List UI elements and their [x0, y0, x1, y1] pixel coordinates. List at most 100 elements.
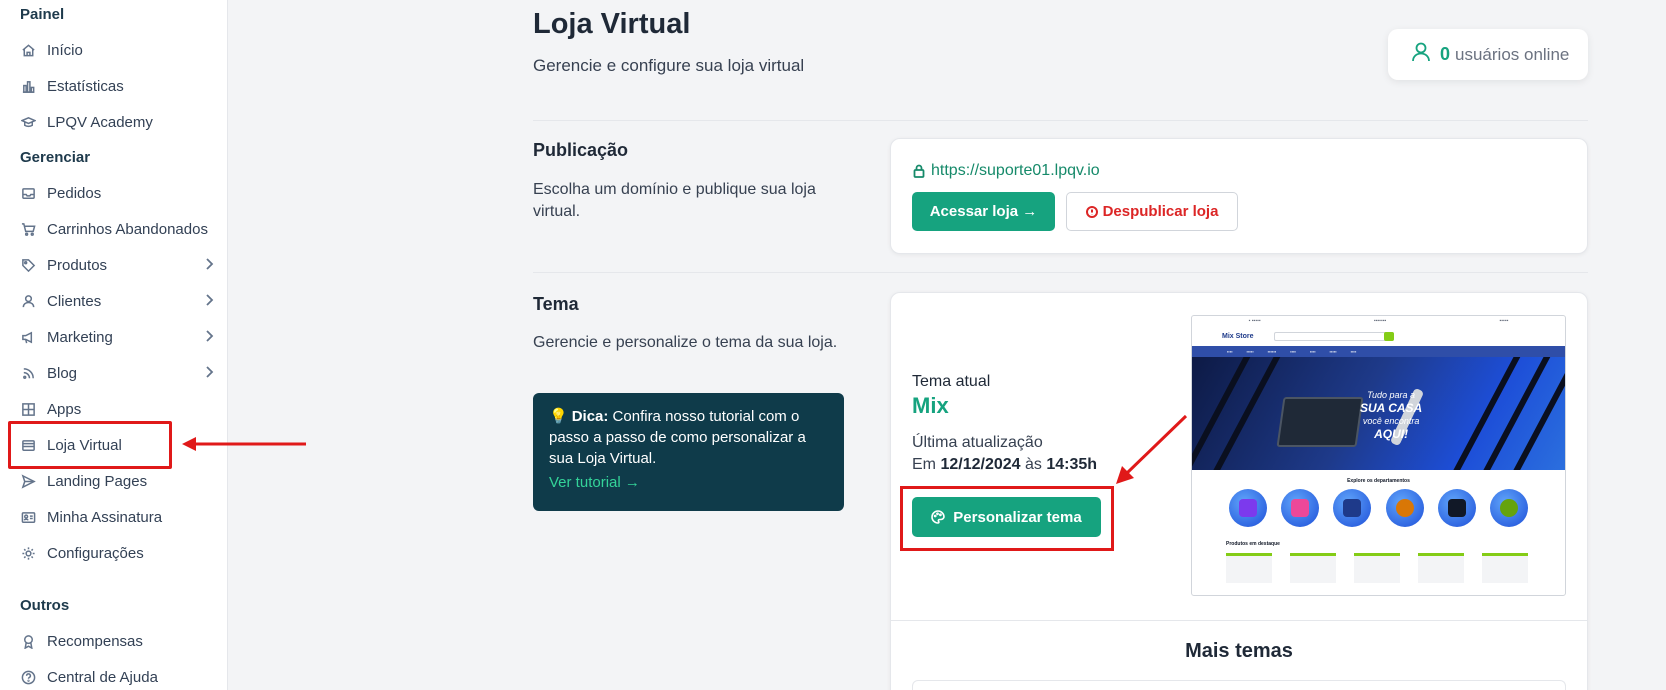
- sidebar-section-outros: Outros: [20, 597, 70, 614]
- view-tutorial-link[interactable]: Ver tutorial →: [549, 472, 640, 493]
- theme-preview-image: ▪ ▪▪▪▪▪ ▪▪▪▪▪▪▪ ▪▪▪▪▪ Mix Store ▪▪▪▪ ▪▪▪▪▪ ▪…: [1191, 315, 1566, 596]
- preview-department-circles: [1192, 484, 1565, 527]
- last-update-value: Em 12/12/2024 às 14:35h: [912, 456, 1097, 474]
- sidebar-item-estatisticas[interactable]: Estatísticas: [20, 72, 216, 100]
- chevron-right-icon: [202, 257, 216, 271]
- preview-logo: Mix Store: [1222, 332, 1254, 340]
- sidebar-section-painel: Painel: [20, 6, 65, 23]
- megaphone-icon: [20, 329, 36, 345]
- store-url-link[interactable]: https://suporte01.lpqv.io: [912, 162, 1100, 180]
- annotation-arrow-left: [182, 437, 306, 451]
- grid-icon: [20, 401, 36, 417]
- unpublish-store-button[interactable]: Despublicar loja: [1066, 192, 1238, 231]
- inbox-icon: [20, 185, 36, 201]
- rss-icon: [20, 365, 36, 381]
- preview-topbar: ▪ ▪▪▪▪▪ ▪▪▪▪▪▪▪ ▪▪▪▪▪: [1248, 318, 1509, 324]
- preview-banner: Tudo para a SUA CASA você encontra AQUI!: [1192, 357, 1565, 470]
- sidebar-item-label: Landing Pages: [47, 472, 148, 490]
- divider: [533, 120, 1588, 121]
- sidebar-item-label: Produtos: [47, 256, 108, 274]
- more-themes-list: [912, 680, 1566, 690]
- tip-label: Dica:: [571, 408, 609, 425]
- sidebar-item-inicio[interactable]: Início: [20, 36, 216, 64]
- sidebar-item-pedidos[interactable]: Pedidos: [20, 179, 216, 207]
- divider: [533, 272, 1588, 273]
- sidebar-item-blog[interactable]: Blog: [20, 359, 216, 387]
- app-root: Painel Início Estatísticas LPQV Academy …: [0, 0, 1666, 690]
- sidebar-item-label: Apps: [47, 400, 82, 418]
- sidebar-section-gerenciar: Gerenciar: [20, 149, 91, 166]
- sidebar-item-configuracoes[interactable]: Configurações: [20, 539, 216, 567]
- sidebar-item-label: Início: [47, 41, 83, 59]
- sidebar-item-label: Recompensas: [47, 632, 143, 650]
- lightbulb-icon: 💡: [549, 408, 568, 425]
- section-title-publicacao: Publicação: [533, 140, 629, 160]
- sidebar-item-label: LPQV Academy: [47, 113, 153, 131]
- sidebar-item-produtos[interactable]: Produtos: [20, 251, 216, 279]
- tip-box: 💡 Dica: Confira nosso tutorial com o pass…: [533, 393, 844, 511]
- page-subtitle: Gerencie e configure sua loja virtual: [533, 56, 805, 75]
- sidebar-item-marketing[interactable]: Marketing: [20, 323, 216, 351]
- sidebar-item-label: Minha Assinatura: [47, 508, 163, 526]
- sidebar-item-label: Marketing: [47, 328, 113, 346]
- current-theme-label: Tema atual: [912, 373, 991, 390]
- last-update-date: 12/12/2024: [940, 456, 1021, 473]
- online-users-count: 0: [1440, 44, 1451, 64]
- last-update-mid: às: [1024, 456, 1042, 473]
- preview-nav: ▪▪▪▪ ▪▪▪▪▪ ▪▪▪▪▪▪ ▪▪▪▪ ▪▪▪▪ ▪▪▪▪▪ ▪▪▪▪: [1192, 346, 1565, 357]
- home-icon: [20, 42, 36, 58]
- sidebar-item-label: Configurações: [47, 544, 144, 562]
- sidebar-item-label: Blog: [47, 364, 78, 382]
- sidebar-item-label: Pedidos: [47, 184, 102, 202]
- section-title-tema: Tema: [533, 294, 579, 314]
- chevron-right-icon: [202, 293, 216, 307]
- online-users-label: usuários online: [1455, 44, 1570, 64]
- tag-icon: [20, 257, 36, 273]
- sidebar: Painel Início Estatísticas LPQV Academy …: [0, 0, 228, 690]
- annotation-highlight-box: [900, 486, 1114, 551]
- sidebar-item-label: Clientes: [47, 292, 102, 310]
- divider: [890, 620, 1588, 621]
- sidebar-item-clientes[interactable]: Clientes: [20, 287, 216, 315]
- sidebar-item-recompensas[interactable]: Recompensas: [20, 627, 216, 655]
- sidebar-item-label: Central de Ajuda: [47, 668, 158, 686]
- preview-products: [1192, 547, 1565, 583]
- preview-banner-line4: AQUI!: [1374, 427, 1409, 441]
- lock-icon: [913, 164, 925, 178]
- bar-chart-icon: [20, 78, 36, 94]
- page-title: Loja Virtual: [533, 8, 691, 40]
- annotation-highlight-box: [8, 421, 172, 469]
- preview-banner-line2: SUA CASA: [1360, 401, 1423, 415]
- sidebar-item-label: Carrinhos Abandonados: [47, 220, 208, 238]
- chevron-right-icon: [202, 365, 216, 379]
- unpublish-store-label: Despublicar loja: [1102, 203, 1219, 220]
- gear-icon: [20, 545, 36, 561]
- id-card-icon: [20, 509, 36, 525]
- sidebar-item-carrinhos-abandonados[interactable]: Carrinhos Abandonados: [20, 215, 216, 243]
- sidebar-item-minha-assinatura[interactable]: Minha Assinatura: [20, 503, 216, 531]
- help-circle-icon: [20, 669, 36, 685]
- sidebar-item-central-de-ajuda[interactable]: Central de Ajuda: [20, 663, 216, 690]
- cart-icon: [20, 221, 36, 237]
- store-url: https://suporte01.lpqv.io: [931, 162, 1100, 179]
- annotation-arrow-diagonal: [1116, 414, 1188, 484]
- last-update-time: 14:35h: [1046, 456, 1098, 473]
- award-icon: [20, 633, 36, 649]
- alert-circle-icon: [1085, 205, 1098, 218]
- preview-header: Mix Store: [1192, 326, 1565, 346]
- user-icon: [1410, 41, 1432, 68]
- preview-banner-text: Tudo para a SUA CASA você encontra AQUI!: [1360, 389, 1422, 441]
- sidebar-item-label: Estatísticas: [47, 77, 124, 95]
- access-store-button[interactable]: Acessar loja →: [912, 192, 1055, 231]
- sidebar-item-landing-pages[interactable]: Landing Pages: [20, 467, 216, 495]
- send-icon: [20, 473, 36, 489]
- more-themes-title: Mais temas: [1185, 640, 1293, 662]
- chevron-right-icon: [202, 329, 216, 343]
- graduation-cap-icon: [20, 114, 36, 130]
- last-update-prefix: Em: [912, 456, 936, 473]
- section-desc-publicacao: Escolha um domínio e publique sua loja v…: [533, 181, 816, 220]
- preview-search: [1273, 331, 1394, 341]
- sidebar-item-lpqv-academy[interactable]: LPQV Academy: [20, 108, 216, 136]
- sidebar-item-apps[interactable]: Apps: [20, 395, 216, 423]
- current-theme-name: Mix: [912, 393, 949, 418]
